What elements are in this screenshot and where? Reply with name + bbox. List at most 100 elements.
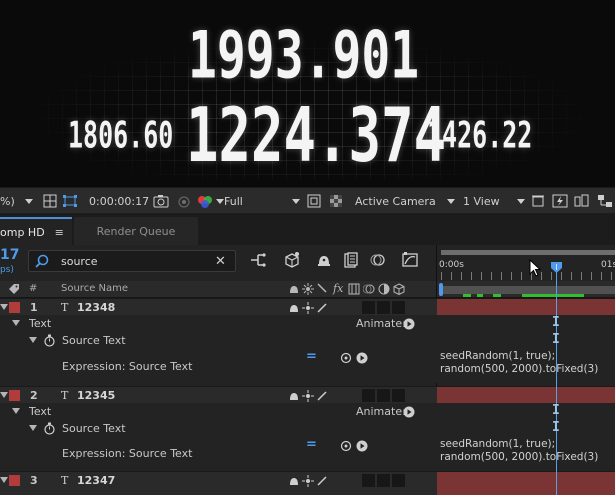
column-source-name-header[interactable]: Source Name [61, 283, 128, 294]
switch-box[interactable] [392, 301, 405, 314]
camera-dropdown[interactable]: Active Camera [355, 192, 455, 210]
animate-menu-icon[interactable] [403, 406, 415, 421]
expression-pickwhip-icon[interactable] [340, 440, 352, 455]
tab-composition[interactable]: omp HD ≡ [0, 217, 72, 245]
quality-switch-icon[interactable] [316, 475, 328, 490]
current-time-display[interactable]: 0:00:00:17 [89, 192, 149, 210]
switch-box[interactable] [377, 301, 390, 314]
time-navigator-bar[interactable] [441, 250, 615, 255]
camera-icon[interactable] [153, 192, 169, 210]
search-input[interactable] [61, 254, 211, 268]
composition-viewer[interactable]: 1993.901 1224.374 1806.60 1426.22 [0, 0, 615, 187]
chevron-down-icon [216, 198, 224, 204]
layer-row[interactable]: 3 T 12347 [0, 471, 437, 495]
expression-language-menu-icon[interactable] [356, 440, 368, 455]
layer-label-color[interactable] [9, 475, 20, 486]
layer-label-color[interactable] [9, 302, 20, 313]
stopwatch-icon[interactable] [43, 334, 56, 350]
property-row[interactable]: Source Text [0, 332, 437, 349]
mask-visibility-icon[interactable] [62, 192, 78, 210]
layer-row[interactable]: 2 T 12345 [0, 386, 437, 403]
property-group-row[interactable]: Text Animate: [0, 315, 437, 332]
switch-box[interactable] [377, 474, 390, 487]
switch-box[interactable] [362, 301, 375, 314]
text-keyframe-icon[interactable]: I [552, 315, 560, 330]
camera-label: Active Camera [355, 194, 436, 208]
layer-twirl-icon[interactable] [0, 477, 8, 483]
expression-code[interactable]: seedRandom(1, true); random(500, 2000).t… [440, 438, 598, 464]
switch-box[interactable] [392, 389, 405, 402]
switch-box[interactable] [392, 474, 405, 487]
expression-row[interactable]: Expression: Source Text = [0, 349, 437, 383]
stopwatch-icon[interactable] [43, 422, 56, 438]
property-group-row[interactable]: Text Animate: [0, 403, 437, 420]
transparency-grid-icon[interactable] [329, 192, 343, 210]
expression-enable-icon[interactable]: = [306, 437, 317, 452]
playhead-line[interactable] [556, 263, 557, 495]
composition-mini-flowchart-icon[interactable] [249, 251, 267, 269]
shy-layers-icon[interactable] [315, 251, 333, 269]
group-twirl-icon[interactable] [12, 320, 20, 326]
timeline-current-time[interactable]: 17 [0, 247, 19, 263]
color-channels-icon[interactable] [196, 192, 214, 210]
ruler-end-label: 01s [601, 260, 615, 270]
flowchart-icon[interactable] [597, 192, 613, 210]
layer-duration-bar[interactable] [437, 386, 615, 403]
layer-name[interactable]: 12347 [77, 474, 115, 487]
property-twirl-icon[interactable] [29, 425, 37, 431]
toggle-pixel-aspect-icon[interactable] [530, 192, 546, 210]
grid-overlay-icon[interactable] [43, 192, 57, 210]
fast-preview-icon[interactable] [552, 192, 568, 210]
switch-box[interactable] [377, 389, 390, 402]
timeline-icon[interactable] [574, 192, 590, 210]
expression-pickwhip-icon[interactable] [340, 352, 352, 367]
animate-menu-icon[interactable] [403, 318, 415, 333]
expression-language-menu-icon[interactable] [356, 352, 368, 367]
timeline-track [437, 403, 615, 420]
layer-duration-bar[interactable] [437, 298, 615, 315]
text-keyframe-icon[interactable]: I [552, 403, 560, 418]
text-layer-icon: T [61, 301, 69, 314]
clear-icon[interactable]: ✕ [215, 254, 226, 269]
expression-code[interactable]: seedRandom(1, true); random(500, 2000).t… [440, 350, 598, 376]
resolution-dropdown[interactable]: Full [224, 192, 300, 210]
playhead-icon[interactable] [551, 262, 562, 274]
switch-box[interactable] [362, 474, 375, 487]
collapse-switch-icon[interactable] [302, 475, 314, 490]
search-icon [35, 254, 49, 268]
ruler-start-label: 0:00s [439, 260, 464, 270]
layer-twirl-icon[interactable] [0, 392, 8, 398]
layer-name[interactable]: 12345 [77, 389, 115, 402]
layer-row[interactable]: 1 T 12348 [0, 298, 437, 315]
layer-label-color[interactable] [9, 390, 20, 401]
timeline-fps-label: ps) [0, 265, 14, 275]
view-layout-dropdown[interactable]: 1 View [463, 192, 525, 210]
show-snapshot-icon[interactable] [176, 192, 192, 210]
time-ruler[interactable]: 0:00s 01s [437, 245, 615, 281]
property-group-name: Text [29, 317, 52, 330]
text-keyframe-icon[interactable]: I [552, 420, 560, 435]
magnification-dropdown[interactable]: %) [0, 192, 33, 210]
region-of-interest-icon[interactable] [307, 192, 321, 210]
expression-enable-icon[interactable]: = [306, 349, 317, 364]
property-twirl-icon[interactable] [29, 337, 37, 343]
text-keyframe-icon[interactable]: I [552, 332, 560, 347]
group-twirl-icon[interactable] [12, 408, 20, 414]
timeline-track [437, 420, 615, 437]
motion-blur-icon[interactable] [369, 251, 387, 269]
expression-row[interactable]: Expression: Source Text = [0, 437, 437, 471]
switch-box[interactable] [362, 389, 375, 402]
graph-editor-icon[interactable] [401, 251, 419, 269]
channel-dropdown-icon[interactable] [216, 192, 224, 210]
panel-tab-bar: omp HD ≡ Render Queue [0, 213, 615, 245]
layer-name[interactable]: 12348 [77, 301, 115, 314]
layer-twirl-icon[interactable] [0, 304, 8, 310]
shy-switch-icon[interactable] [288, 475, 300, 490]
tab-render-queue[interactable]: Render Queue [74, 217, 198, 245]
frame-blending-icon[interactable] [342, 251, 360, 269]
layer-duration-bar[interactable] [437, 471, 615, 495]
property-row[interactable]: Source Text [0, 420, 437, 437]
motion-blur-column-icon [362, 283, 375, 298]
panel-menu-icon[interactable]: ≡ [55, 226, 64, 239]
draft-3d-icon[interactable] [283, 251, 301, 269]
